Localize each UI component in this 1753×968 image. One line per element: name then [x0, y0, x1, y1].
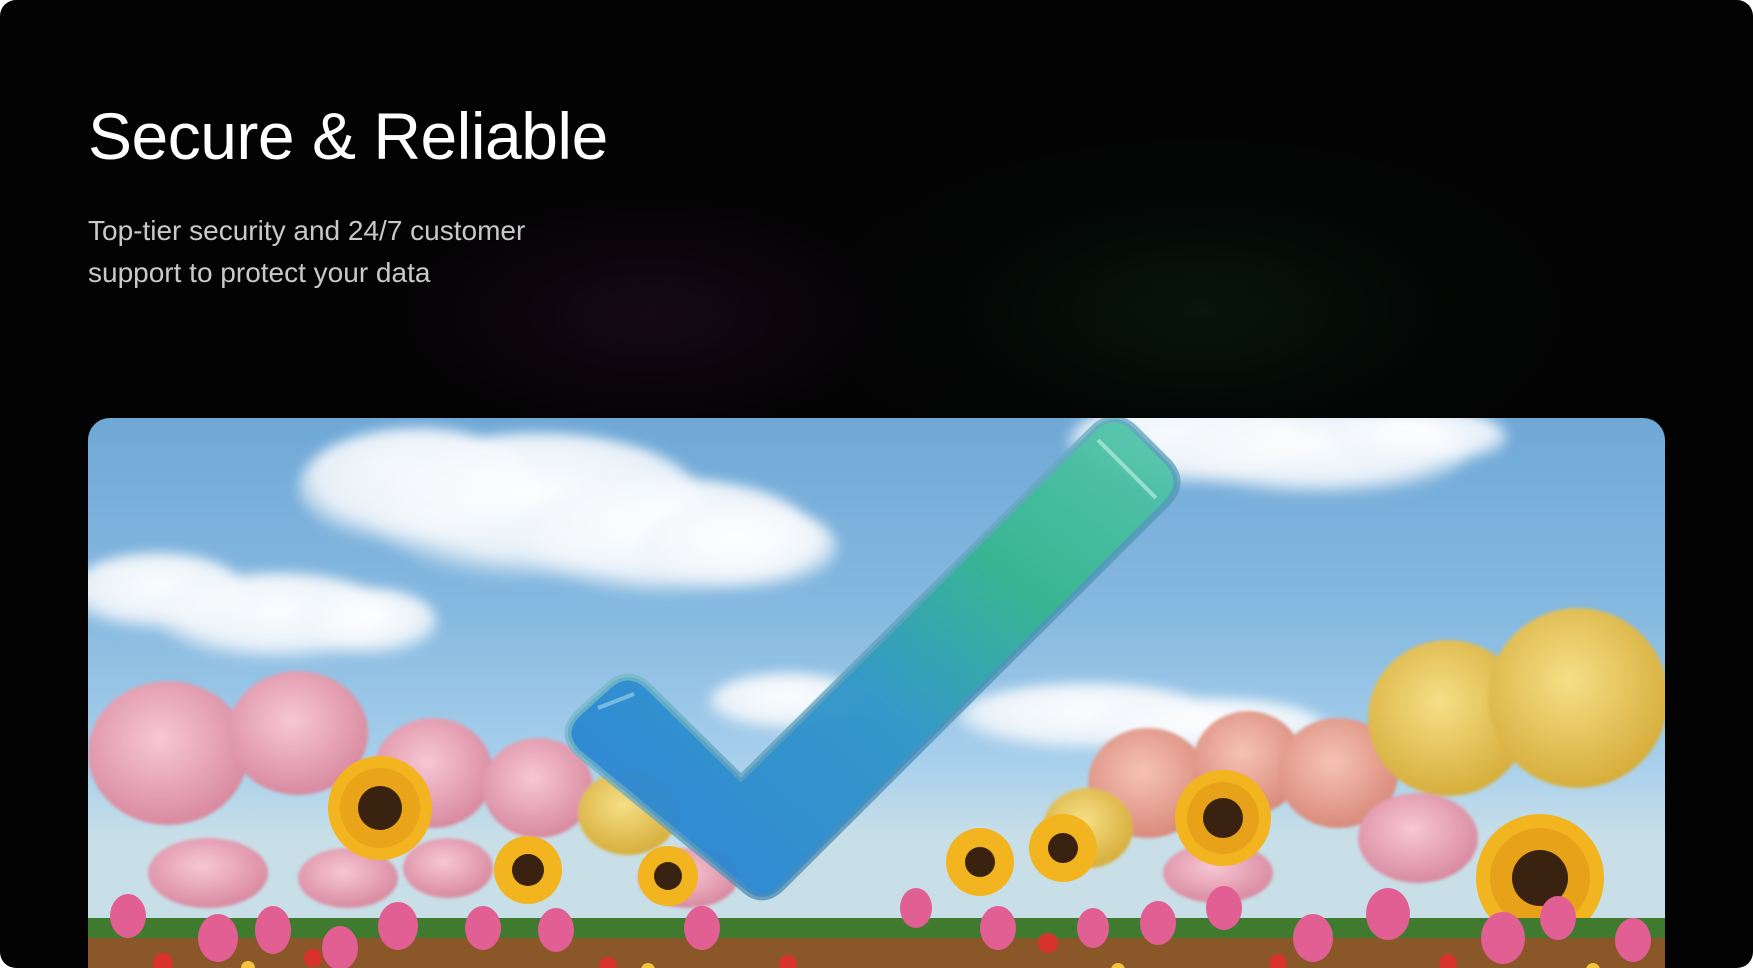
page-title: Secure & Reliable	[88, 99, 608, 173]
hero-illustration	[88, 418, 1665, 968]
subtitle-line-1: Top-tier security and 24/7 customer	[88, 215, 526, 246]
subtitle-line-2: support to protect your data	[88, 257, 431, 288]
page-subtitle: Top-tier security and 24/7 customer supp…	[88, 210, 648, 294]
hero-image	[88, 418, 1665, 968]
feature-card: Secure & Reliable Top-tier security and …	[0, 0, 1753, 968]
